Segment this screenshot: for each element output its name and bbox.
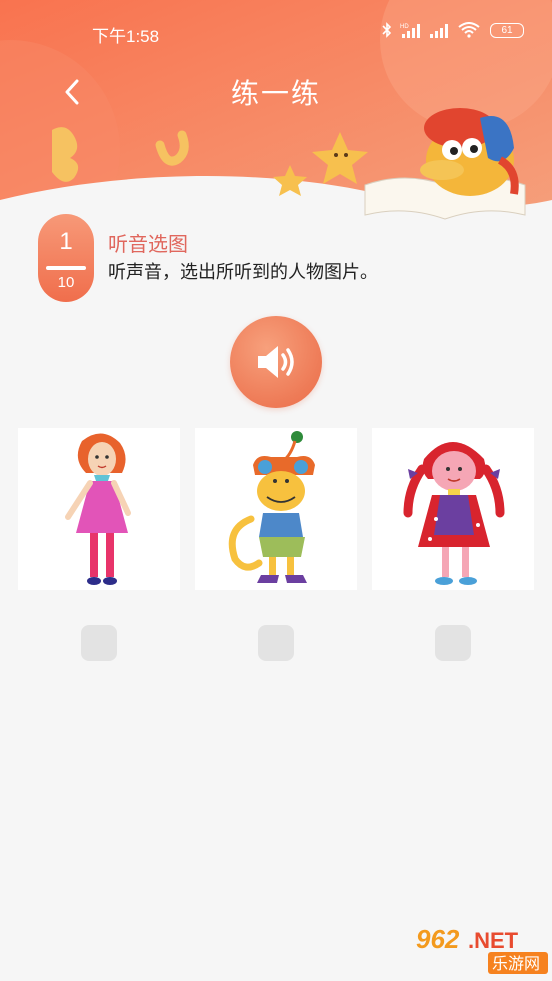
speaker-icon [258,346,294,378]
hd-signal-icon: HD [400,24,420,38]
play-audio-button[interactable] [230,316,322,408]
option-checkbox-2[interactable] [258,625,294,661]
question-progress-badge: 1 10 [38,214,94,302]
wifi-icon [458,22,480,38]
status-bar: 下午1:58 HD 61 [0,18,552,48]
signal-icon [430,24,448,38]
page-title: 练一练 [230,77,321,110]
question-type-label: 听音选图 [108,232,188,256]
girl-pink-dress-image [65,433,131,585]
question-current-number: 1 [59,228,73,255]
status-time: 下午1:58 [92,27,160,46]
header: 下午1:58 HD 61 练一练 [0,0,552,225]
badge-divider [46,266,86,270]
battery-icon: 61 [490,22,524,38]
watermark-logo: 962 .NET 乐游网 [412,924,550,976]
option-card-2[interactable] [195,428,357,590]
svg-text:962: 962 [416,924,460,954]
battery-level: 61 [501,24,513,36]
option-checkbox-1[interactable] [81,625,117,661]
svg-text:HD: HD [400,24,409,30]
option-checkbox-3[interactable] [435,625,471,661]
status-icons: HD 61 [382,22,524,38]
girl-red-braids-image [403,442,505,585]
option-card-3[interactable] [372,428,534,590]
question-instruction: 听声音，选出所听到的人物图片。 [108,262,378,283]
svg-text:乐游网: 乐游网 [492,954,540,973]
yellow-monster-image [228,431,315,583]
question-total-number: 10 [57,274,75,291]
svg-text:.NET: .NET [468,928,519,953]
watermark-logo-image: 962 .NET 乐游网 [416,924,548,974]
bluetooth-icon [382,22,392,38]
option-card-1[interactable] [18,428,180,590]
